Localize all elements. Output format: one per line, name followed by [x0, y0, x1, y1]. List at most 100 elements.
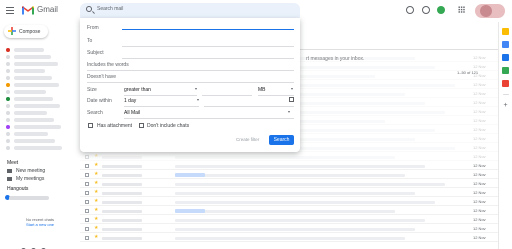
brand-label: Gmail — [37, 5, 58, 14]
status-icon[interactable] — [437, 6, 445, 14]
hangouts-user[interactable] — [9, 196, 49, 200]
table-row[interactable]: ★ 12 Nov — [80, 162, 498, 170]
table-row[interactable]: ★ 12 Nov — [80, 171, 498, 179]
search-scope-select[interactable]: All Mail — [124, 110, 292, 116]
row-checkbox[interactable] — [85, 173, 89, 177]
my-meetings-item[interactable]: My meetings — [7, 176, 44, 182]
sender — [102, 183, 142, 186]
table-row[interactable]: ★ 12 Nov — [80, 225, 498, 233]
no-words-field[interactable] — [87, 82, 294, 83]
compose-button[interactable]: Compose — [4, 25, 48, 38]
folder-icon — [6, 69, 10, 73]
table-row[interactable]: ★ 12 Nov — [80, 234, 498, 242]
has-attachment-checkbox[interactable] — [88, 123, 93, 128]
keyboard-icon — [7, 176, 12, 181]
from-field[interactable] — [122, 24, 294, 30]
size-operator-select[interactable]: greater than — [124, 87, 197, 93]
gmail-logo-icon[interactable] — [22, 5, 34, 15]
size-unit-select[interactable]: MB — [258, 87, 294, 93]
row-checkbox[interactable] — [85, 200, 89, 204]
new-meeting-label: New meeting — [16, 168, 46, 174]
google-apps-icon[interactable] — [458, 6, 465, 13]
sidebar-item[interactable] — [14, 55, 51, 59]
row-date: 12 Nov — [473, 226, 486, 231]
star-icon[interactable]: ★ — [94, 190, 98, 195]
table-row[interactable]: ★ 12 Nov — [80, 216, 498, 224]
gear-icon[interactable] — [422, 6, 430, 14]
sidebar-item[interactable] — [14, 69, 45, 73]
sender — [102, 237, 142, 240]
sidebar-item[interactable] — [14, 118, 54, 122]
row-date: 12 Nov — [473, 136, 486, 141]
row-checkbox[interactable] — [85, 182, 89, 186]
row-date: 12 Nov — [473, 217, 486, 222]
folder-icon — [6, 132, 10, 136]
help-icon[interactable] — [406, 6, 414, 14]
sidebar-item[interactable] — [14, 76, 52, 80]
date-field[interactable] — [204, 106, 294, 107]
table-row[interactable]: ★ 12 Nov — [80, 153, 498, 161]
table-row[interactable]: ★ 12 Nov — [80, 198, 498, 206]
star-icon[interactable]: ★ — [94, 235, 98, 240]
size-value-field[interactable] — [202, 95, 252, 96]
no-chats-checkbox[interactable] — [139, 123, 144, 128]
star-icon[interactable]: ★ — [94, 226, 98, 231]
sidebar-item[interactable] — [14, 97, 53, 101]
sidebar-item[interactable] — [14, 62, 58, 66]
table-row[interactable]: ★ 12 Nov — [80, 180, 498, 188]
search-button[interactable]: Search — [269, 135, 294, 145]
avatar[interactable] — [480, 5, 492, 17]
subject-field[interactable] — [122, 58, 294, 59]
has-attachment-label: Has attachment — [97, 123, 133, 129]
row-checkbox[interactable] — [85, 236, 89, 240]
search-icon[interactable] — [86, 6, 92, 12]
star-icon[interactable]: ★ — [94, 163, 98, 168]
sidebar-item[interactable] — [14, 111, 47, 115]
star-icon[interactable]: ★ — [94, 199, 98, 204]
sender — [102, 201, 142, 204]
row-checkbox[interactable] — [85, 164, 89, 168]
add-addon-icon[interactable]: + — [502, 102, 509, 109]
row-checkbox[interactable] — [85, 218, 89, 222]
sidebar-item[interactable] — [14, 139, 55, 143]
sidebar-item[interactable] — [14, 48, 44, 52]
main-menu-icon[interactable] — [6, 7, 14, 14]
contacts-icon[interactable] — [502, 67, 509, 74]
star-icon[interactable]: ★ — [94, 217, 98, 222]
sidebar-item[interactable] — [14, 146, 62, 150]
sender — [102, 192, 142, 195]
star-icon[interactable]: ★ — [94, 172, 98, 177]
from-label: From — [87, 25, 99, 31]
start-chat-link[interactable]: Start a new one — [26, 222, 54, 227]
sidebar-item[interactable] — [14, 104, 60, 108]
subject-snippet — [175, 201, 435, 204]
sidebar-item[interactable] — [14, 132, 48, 136]
sidebar-item[interactable] — [14, 125, 61, 129]
tasks-icon[interactable] — [502, 54, 509, 61]
row-checkbox[interactable] — [85, 155, 89, 159]
has-words-field[interactable] — [87, 70, 294, 71]
calendar-icon[interactable] — [502, 28, 509, 35]
row-checkbox[interactable] — [85, 227, 89, 231]
row-checkbox[interactable] — [85, 191, 89, 195]
create-filter-button[interactable]: Create filter — [236, 137, 259, 142]
search-input[interactable]: Search mail — [97, 6, 123, 12]
sidebar-item[interactable] — [14, 83, 59, 87]
folder-icon — [6, 48, 10, 52]
addon-icon[interactable] — [502, 80, 509, 87]
folder-icon — [6, 76, 10, 80]
label-chip — [175, 209, 205, 213]
row-checkbox[interactable] — [85, 209, 89, 213]
table-row[interactable]: ★ 12 Nov — [80, 189, 498, 197]
sidebar-item[interactable] — [14, 90, 46, 94]
date-within-select[interactable]: 1 day — [124, 98, 199, 104]
keep-icon[interactable] — [502, 41, 509, 48]
table-row[interactable]: ★ 12 Nov — [80, 207, 498, 215]
star-icon[interactable]: ★ — [94, 154, 98, 159]
calendar-icon[interactable] — [289, 97, 294, 102]
new-meeting-item[interactable]: New meeting — [7, 168, 45, 174]
to-field[interactable] — [122, 46, 294, 47]
star-icon[interactable]: ★ — [94, 208, 98, 213]
date-within-underline — [124, 106, 199, 107]
star-icon[interactable]: ★ — [94, 181, 98, 186]
